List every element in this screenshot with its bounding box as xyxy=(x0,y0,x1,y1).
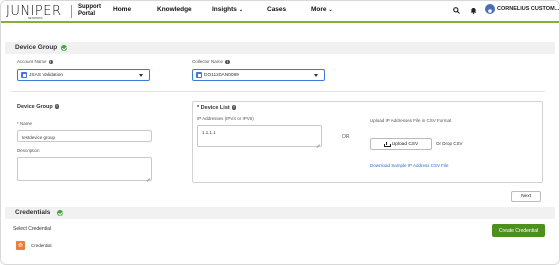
device-group-section-header: Device Group xyxy=(5,42,555,54)
collector-name-select[interactable]: DO1120AN0089 xyxy=(192,69,325,81)
description-label: Description xyxy=(17,148,40,153)
upload-csv-label: Upload IP Addresses File in CSV Format xyxy=(370,118,452,123)
upload-icon xyxy=(383,141,391,147)
credentials-section-title: Credentials xyxy=(15,209,51,216)
name-label: * Name xyxy=(17,121,33,126)
device-group-section-title: Device Group xyxy=(15,44,58,51)
download-sample-csv-link[interactable]: Download Sample IP Address CSV File xyxy=(370,163,448,168)
nav-knowledge-label: Knowledge xyxy=(157,6,192,13)
search-icon[interactable] xyxy=(451,5,461,15)
bell-icon[interactable] xyxy=(468,5,478,15)
name-input[interactable]: testdevice group xyxy=(17,130,152,142)
chevron-down-icon: ⌄ xyxy=(328,7,333,13)
ip-addresses-label: IP Addresses (IPV4 or IPV6) xyxy=(197,116,254,121)
resize-handle-icon[interactable] xyxy=(316,141,320,145)
select-credential-label: Select Credential xyxy=(13,226,52,232)
info-icon[interactable]: i xyxy=(225,59,230,65)
collector-name-label-text: Collector Name xyxy=(192,59,224,64)
support-portal-title[interactable]: Support Portal xyxy=(78,4,101,17)
device-group-form-title-text: Device Group xyxy=(17,104,53,110)
ip-addresses-textarea[interactable]: 1.1.1.1 xyxy=(197,125,322,147)
description-textarea[interactable] xyxy=(17,157,152,181)
logo-divider xyxy=(71,5,72,18)
drop-csv-text: Or Drop CSV xyxy=(436,141,463,146)
check-circle-icon xyxy=(57,210,63,216)
nav-home-label: Home xyxy=(113,6,132,13)
device-list-title-text: * Device List xyxy=(197,105,230,111)
collector-name-label: Collector Name i xyxy=(192,59,230,65)
create-credential-button[interactable]: Create Credential xyxy=(492,224,545,237)
account-icon xyxy=(21,72,27,78)
chevron-down-icon xyxy=(314,74,318,77)
next-button-label: Next xyxy=(521,194,531,199)
info-icon[interactable]: i xyxy=(54,104,60,109)
section-divider xyxy=(11,91,545,92)
user-name[interactable]: CORNELIUS CUSTOM... xyxy=(497,6,559,12)
device-list-title: * Device List i xyxy=(197,105,237,111)
device-group-form-title: Device Group i xyxy=(17,104,60,110)
info-icon[interactable]: i xyxy=(48,59,54,65)
support-portal-line1: Support xyxy=(78,4,101,10)
check-circle-icon xyxy=(61,45,67,51)
chevron-down-icon xyxy=(139,74,143,77)
support-portal-line2: Portal xyxy=(78,10,96,17)
juniper-logo-subtext: NETWORKS xyxy=(28,17,43,20)
app-window: JUNIPER NETWORKS Support Portal Home Kno… xyxy=(0,0,560,265)
chevron-down-icon: ⌄ xyxy=(238,7,244,13)
top-navigation-bar: JUNIPER NETWORKS Support Portal Home Kno… xyxy=(1,1,559,21)
ip-addresses-value: 1.1.1.1 xyxy=(202,130,216,135)
nav-home[interactable]: Home xyxy=(113,6,131,13)
collector-icon xyxy=(196,72,202,78)
account-name-select[interactable]: JSAS Validation xyxy=(17,69,150,81)
credentials-section-header: Credentials xyxy=(5,207,555,219)
nav-cases[interactable]: Cases xyxy=(267,6,286,13)
account-name-label: Account Name i xyxy=(17,59,54,65)
header-accent-line xyxy=(1,21,559,23)
upload-csv-button-label: Upload CSV xyxy=(391,141,419,147)
or-separator: OR xyxy=(342,134,350,140)
info-icon[interactable]: i xyxy=(231,105,237,110)
nav-insights-label: Insights xyxy=(212,6,237,13)
resize-handle-icon[interactable] xyxy=(146,175,150,179)
name-input-value: testdevice group xyxy=(22,134,56,140)
next-button[interactable]: Next xyxy=(511,191,541,202)
upload-csv-button[interactable]: Upload CSV xyxy=(370,138,432,150)
nav-cases-label: Cases xyxy=(267,6,287,13)
collector-name-value: DO1120AN0089 xyxy=(204,73,239,78)
account-name-value: JSAS Validation xyxy=(29,73,64,78)
credential-item-label[interactable]: Credential xyxy=(31,243,52,248)
account-name-label-text: Account Name xyxy=(17,59,47,64)
user-avatar-icon[interactable] xyxy=(485,4,495,16)
nav-more-label: More xyxy=(311,6,327,13)
nav-knowledge[interactable]: Knowledge xyxy=(157,6,192,13)
create-credential-button-label: Create Credential xyxy=(498,227,539,234)
credential-key-icon[interactable]: ⟰ xyxy=(16,241,25,250)
nav-more[interactable]: More ⌄ xyxy=(311,6,333,13)
nav-insights[interactable]: Insights ⌄ xyxy=(212,6,243,13)
